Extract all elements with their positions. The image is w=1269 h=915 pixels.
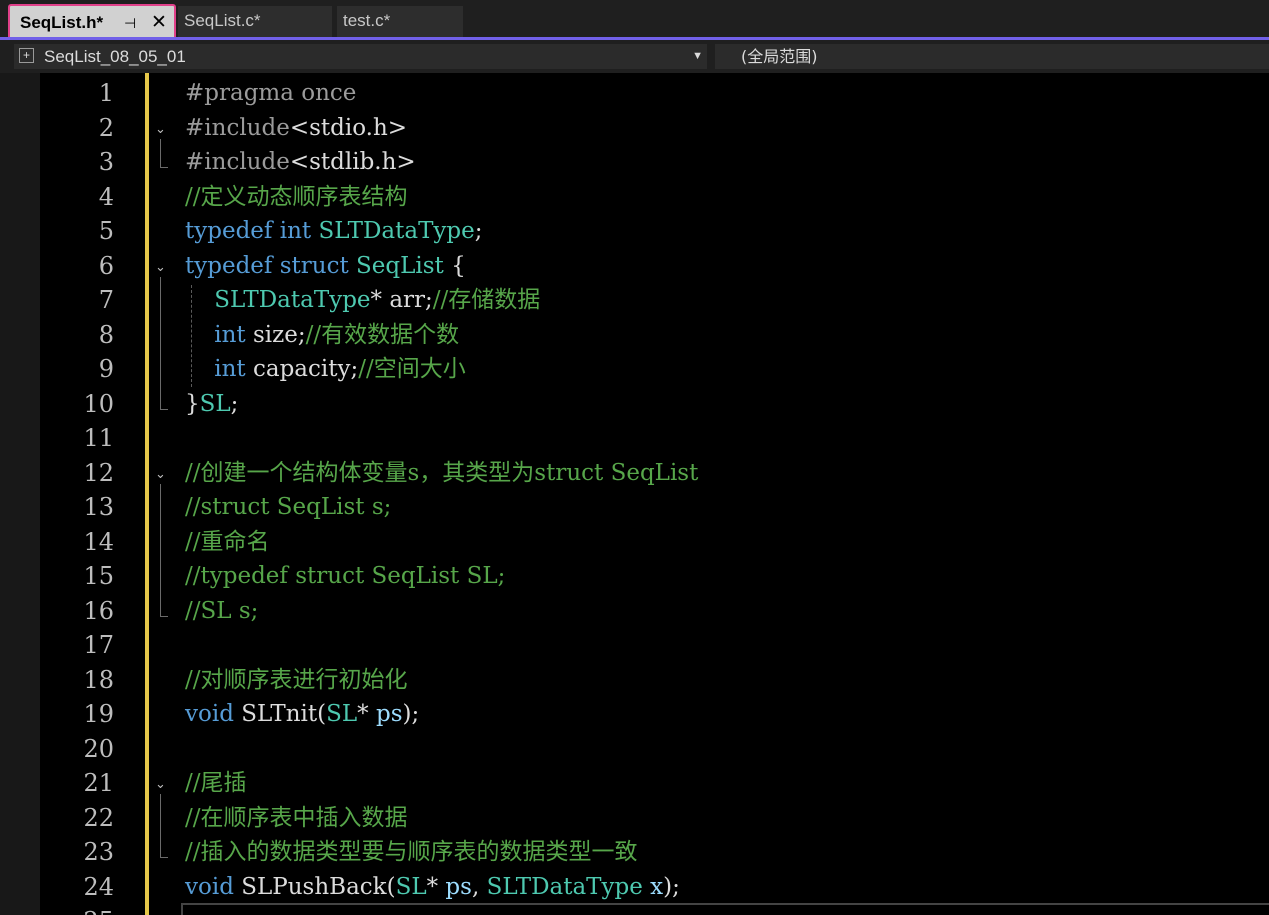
change-tracking-bar <box>145 73 149 915</box>
editor-margin <box>0 73 40 915</box>
code-line: #include<stdio.h> <box>185 114 408 141</box>
line-number: 10 <box>83 389 114 418</box>
document-tab-bar: SeqList.h* ⊣ ✕ SeqList.c* test.c* <box>0 0 1269 45</box>
code-line: #pragma once <box>185 80 357 106</box>
project-icon: + <box>19 48 34 63</box>
fold-region-end <box>160 408 168 410</box>
fold-region-end <box>160 615 168 617</box>
line-number: 9 <box>98 355 114 383</box>
chevron-down-icon: ▼ <box>692 50 703 62</box>
line-number: 13 <box>83 493 114 521</box>
scope-label: (全局范围) <box>741 47 818 66</box>
line-number: 20 <box>83 734 114 763</box>
code-line: void SLTnit(SL* ps); <box>185 701 420 727</box>
line-number: 2 <box>98 113 114 142</box>
code-line: //插入的数据类型要与顺序表的数据类型一致 <box>185 839 638 865</box>
line-number: 8 <box>98 320 114 349</box>
indent-guide <box>191 285 192 387</box>
line-number: 4 <box>98 182 114 211</box>
line-number: 23 <box>83 838 114 866</box>
tab-label: SeqList.c* <box>184 11 261 30</box>
line-number: 16 <box>83 596 114 625</box>
code-line: void SLPushBack(SL* ps, SLTDataType x); <box>185 873 680 900</box>
fold-region-line <box>160 138 161 167</box>
code-line: int size;//有效数据个数 <box>214 321 460 348</box>
tab-test-c[interactable]: test.c* <box>337 6 463 37</box>
line-number: 7 <box>98 286 114 314</box>
code-line: //创建一个结构体变量s，其类型为struct SeqList <box>185 459 699 486</box>
code-editor[interactable]: 1 #pragma once 2 #include<stdio.h> 3 #include… <box>0 73 1269 915</box>
code-line: #include<stdlib.h> <box>185 149 416 175</box>
line-number: 5 <box>98 217 114 245</box>
line-number: 1 <box>98 79 114 107</box>
scope-dropdown[interactable]: (全局范围) <box>715 44 1269 69</box>
fold-collapse-icon[interactable]: ⌄ <box>155 778 167 791</box>
line-number: 18 <box>83 665 114 694</box>
project-name: SeqList_08_05_01 <box>44 47 186 66</box>
line-number: 12 <box>83 458 114 487</box>
fold-region-end <box>160 167 168 168</box>
line-number: 6 <box>98 251 114 280</box>
tab-label: SeqList.h* <box>20 13 104 32</box>
fold-region-line <box>160 794 161 857</box>
code-line: //定义动态顺序表结构 <box>185 183 408 210</box>
code-line: int capacity;//空间大小 <box>214 356 466 382</box>
current-line-highlight <box>181 903 1269 915</box>
line-number: 17 <box>83 631 114 659</box>
code-line: typedef struct SeqList { <box>185 252 466 279</box>
code-line: //typedef struct SeqList SL; <box>185 563 506 589</box>
line-number: 19 <box>83 700 114 728</box>
line-number: 22 <box>83 803 114 832</box>
close-icon[interactable]: ✕ <box>151 6 167 40</box>
code-line: typedef int SLTDataType; <box>185 218 483 244</box>
fold-region-line <box>160 483 161 616</box>
code-line: }SL; <box>185 390 239 417</box>
line-number: 11 <box>83 424 114 452</box>
navigation-bar: + SeqList_08_05_01 ▼ (全局范围) <box>0 40 1269 73</box>
fold-region-line <box>160 276 161 409</box>
fold-collapse-icon[interactable]: ⌄ <box>155 468 167 481</box>
code-line: //struct SeqList s; <box>185 494 392 520</box>
project-dropdown[interactable]: + SeqList_08_05_01 ▼ <box>14 44 707 69</box>
line-number: 15 <box>83 562 114 590</box>
code-line: //尾插 <box>185 770 247 796</box>
code-line: //重命名 <box>185 528 270 555</box>
code-line: SLTDataType* arr;//存储数据 <box>214 287 541 313</box>
line-number: 3 <box>98 148 114 176</box>
fold-collapse-icon[interactable]: ⌄ <box>155 261 167 274</box>
line-number: 25 <box>40 904 114 915</box>
code-line: //在顺序表中插入数据 <box>185 804 408 831</box>
pin-icon[interactable]: ⊣ <box>124 6 136 40</box>
line-number: 21 <box>83 769 114 797</box>
fold-collapse-icon[interactable]: ⌄ <box>155 123 167 136</box>
code-line: //对顺序表进行初始化 <box>185 666 408 693</box>
line-number: 14 <box>83 527 114 556</box>
line-number: 24 <box>83 872 114 901</box>
code-line: //SL s; <box>185 597 259 624</box>
tab-seqlist-c[interactable]: SeqList.c* <box>178 6 332 37</box>
tab-label: test.c* <box>343 11 391 30</box>
fold-region-end <box>160 857 168 858</box>
